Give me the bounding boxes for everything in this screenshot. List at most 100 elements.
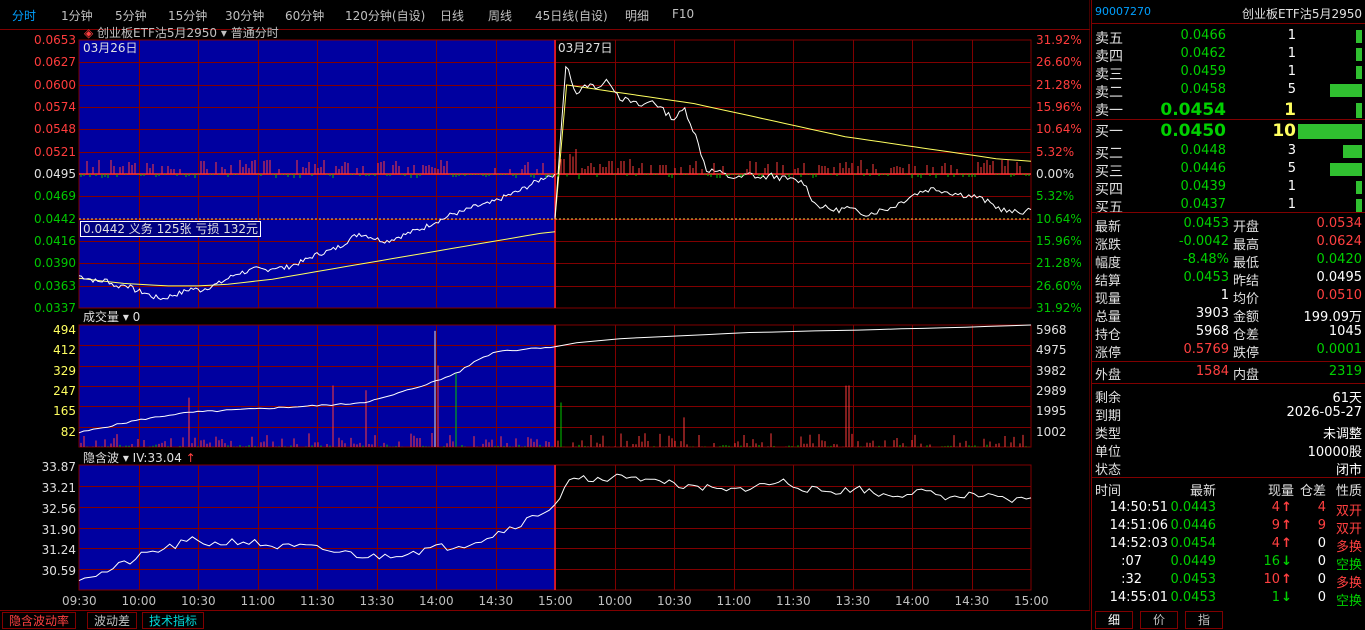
- ask-row-3[interactable]: 卖二 0.0458 5: [1092, 81, 1365, 101]
- stat-value: 0.0495: [1316, 270, 1363, 285]
- tick-time: 14:55:01: [1109, 590, 1168, 605]
- stat-label: 涨停: [1095, 346, 1122, 361]
- book-label: 买一: [1095, 124, 1123, 140]
- time-axis-tick: 10:00: [121, 594, 157, 608]
- price-axis-tick: 0.0416: [34, 234, 76, 248]
- ticks-col-header: 时间: [1095, 484, 1122, 499]
- book-volume: 3: [1287, 143, 1296, 158]
- stat-value: 1: [1220, 288, 1229, 303]
- chart-mode[interactable]: 普通分时: [231, 26, 279, 40]
- time-axis-tick: 10:00: [597, 594, 633, 608]
- time-axis-tick: 13:30: [359, 594, 395, 608]
- book-label: 买五: [1095, 200, 1123, 216]
- stat-value: 0.0001: [1316, 342, 1363, 357]
- tick-row: 14:50:51 0.0443 4 ↑ 4 双开: [1092, 499, 1365, 519]
- contract-name[interactable]: 创业板ETF沽5月2950: [97, 26, 217, 40]
- chart-area[interactable]: [0, 0, 1090, 610]
- bid-row-2[interactable]: 买三 0.0446 5: [1092, 160, 1365, 180]
- open-interest-axis-tick: 1002: [1036, 424, 1067, 439]
- bid-row-0[interactable]: 买一 0.0450 10: [1092, 120, 1365, 142]
- stat-value: 3903: [1195, 306, 1229, 321]
- bottom-tab-0[interactable]: 隐含波动率: [2, 612, 77, 629]
- outer-label: 外盘: [1095, 368, 1122, 383]
- tick-price: 0.0453: [1170, 572, 1217, 587]
- date-label-day2: 03月27日: [558, 41, 613, 55]
- info-value: 2026-05-27: [1286, 405, 1362, 420]
- stat-value: 5968: [1195, 324, 1229, 339]
- time-axis-tick: 14:30: [954, 594, 990, 608]
- book-volume: 10: [1272, 121, 1296, 141]
- iv-axis-tick: 31.90: [41, 522, 76, 537]
- book-depth-bar: [1343, 145, 1362, 158]
- stat-value: 1045: [1328, 324, 1362, 339]
- tick-oi-change: 0: [1317, 590, 1326, 605]
- ask-row-0[interactable]: 卖五 0.0466 1: [1092, 27, 1365, 47]
- tick-row: :07 0.0449 16 ↓ 0 空换: [1092, 553, 1365, 573]
- percent-axis-tick: 10.64%: [1036, 122, 1082, 137]
- panel-tab-1[interactable]: 价: [1140, 611, 1178, 629]
- crosshair-info-box: 0.0442 义务 125张 亏损 132元: [80, 220, 262, 237]
- bid-row-3[interactable]: 买四 0.0439 1: [1092, 178, 1365, 198]
- percent-axis-tick: 5.32%: [1036, 144, 1075, 159]
- time-axis-tick: 09:30: [62, 594, 97, 608]
- stat-value: 0.0534: [1316, 216, 1363, 231]
- ask-row-4[interactable]: 卖一 0.0454 1: [1092, 99, 1365, 121]
- book-depth-bar: [1330, 163, 1362, 176]
- book-label: 卖一: [1095, 103, 1123, 119]
- open-interest-axis-tick: 3982: [1036, 363, 1067, 378]
- ask-row-2[interactable]: 卖三 0.0459 1: [1092, 63, 1365, 83]
- percent-axis-tick: 31.92%: [1036, 33, 1082, 47]
- price-axis-tick: 0.0574: [34, 100, 76, 114]
- arrow-up-icon: ↑: [1281, 500, 1292, 515]
- time-axis-tick: 13:30: [835, 594, 871, 608]
- tick-price: 0.0443: [1170, 500, 1217, 515]
- percent-axis-tick: 31.92%: [1036, 301, 1082, 315]
- time-axis-tick: 10:30: [181, 594, 216, 608]
- time-axis-tick: 15:00: [1014, 594, 1049, 608]
- book-depth-bar: [1356, 181, 1362, 194]
- tick-oi-change: 0: [1317, 572, 1326, 587]
- time-axis-tick: 14:00: [419, 594, 454, 608]
- tick-row: :32 0.0453 10 ↑ 0 多换: [1092, 571, 1365, 591]
- stat-value: -8.48%: [1183, 252, 1229, 267]
- ask-row-1[interactable]: 卖四 0.0462 1: [1092, 45, 1365, 65]
- bottom-tab-1[interactable]: 波动差: [87, 612, 138, 629]
- ticks-header: 时间 最新 现量 仓差 性质: [1092, 479, 1365, 499]
- open-interest-axis-tick: 2989: [1036, 384, 1067, 398]
- stat-row: 总量 3903 金额 199.09万: [1092, 305, 1365, 325]
- bottom-tab-2[interactable]: 技术指标: [142, 612, 205, 629]
- info-row: 类型 未调整: [1092, 422, 1365, 442]
- time-axis-tick: 14:30: [478, 594, 514, 608]
- inner-value: 2319: [1328, 364, 1362, 379]
- bid-row-1[interactable]: 买二 0.0448 3: [1092, 142, 1365, 162]
- chevron-down-icon[interactable]: ▾: [217, 26, 231, 40]
- tick-time: :07: [1121, 554, 1142, 569]
- price-axis-tick: 0.0337: [34, 301, 76, 315]
- book-depth-bar: [1356, 48, 1362, 61]
- volume-panel-title[interactable]: 成交量 ▾ 0: [83, 310, 140, 324]
- iv-panel-title[interactable]: 隐含波 ▾ IV:33.04 ↑: [83, 451, 196, 465]
- outer-inner-row: 外盘 1584 内盘 2319: [1092, 363, 1365, 383]
- book-depth-bar: [1330, 84, 1362, 97]
- panel-tab-2[interactable]: 指: [1185, 611, 1223, 629]
- quote-panel: 90007270 创业板ETF沽5月2950 卖五 0.0466 1 卖四 0.0462 1 卖…: [1091, 0, 1365, 630]
- book-price: 0.0450: [1160, 121, 1226, 141]
- price-axis-tick: 0.0600: [34, 77, 76, 92]
- arrow-up-icon: ↑: [1281, 572, 1292, 587]
- percent-axis-tick: 15.96%: [1036, 234, 1082, 248]
- date-label-day1: 03月26日: [83, 41, 138, 55]
- tick-volume: 10: [1263, 572, 1280, 587]
- stat-value: 0.0624: [1316, 234, 1363, 249]
- info-value: 闭市: [1335, 463, 1362, 478]
- iv-panel-name[interactable]: 隐含波 ▾: [83, 451, 133, 465]
- arrow-down-icon: ↓: [1281, 590, 1292, 605]
- contract-icon: ◈: [84, 26, 98, 40]
- stat-value: 0.0453: [1183, 216, 1230, 231]
- stat-value: 0.0510: [1316, 288, 1363, 303]
- price-axis-tick: 0.0363: [34, 278, 76, 293]
- book-volume: 1: [1287, 197, 1296, 212]
- panel-tab-0[interactable]: 细: [1095, 611, 1133, 629]
- volume-axis-tick: 329: [53, 363, 76, 378]
- book-volume: 1: [1287, 46, 1296, 61]
- percent-axis-tick: 21.28%: [1036, 77, 1082, 92]
